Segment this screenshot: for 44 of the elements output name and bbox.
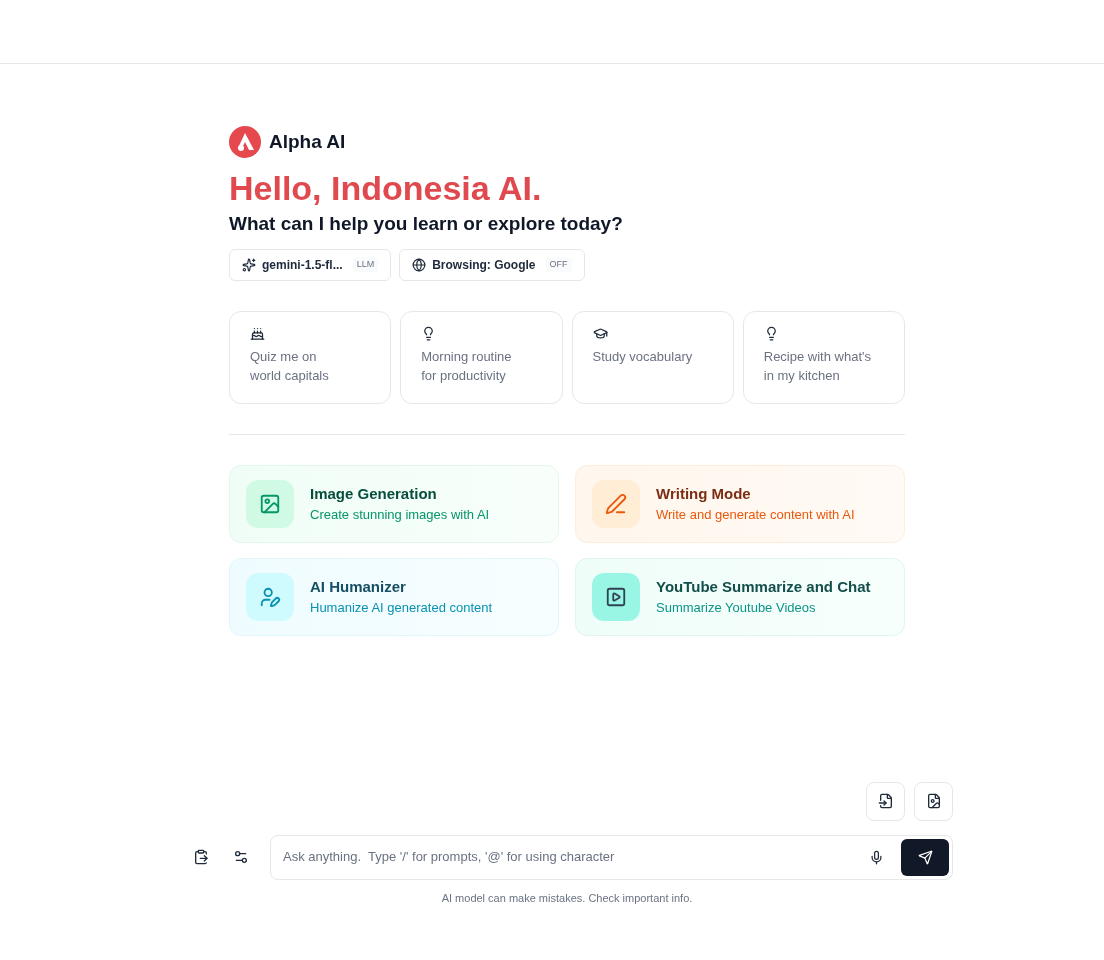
feature-card[interactable]: Writing Mode Write and generate content with AI [575, 464, 905, 543]
feature-subtitle: Humanize AI generated content [310, 599, 493, 617]
feature-card[interactable]: AI Humanizer Humanize AI generated content [229, 557, 559, 636]
pencil-icon [605, 492, 627, 515]
microphone-icon [868, 849, 884, 865]
chip-tag: LLM [352, 256, 379, 273]
send-button[interactable] [901, 838, 949, 876]
chat-input[interactable]: Ask anything. Type '/' for prompts, '@' for using character [283, 847, 865, 867]
file-image-icon [925, 793, 942, 809]
feature-subtitle: Create stunning images with AI [310, 506, 490, 524]
user-pen-icon [259, 585, 281, 608]
feature-card[interactable]: YouTube Summarize and Chat Summarize Youtube Videos [575, 557, 905, 636]
file-import-icon [877, 793, 894, 809]
brand-name: Alpha AI [269, 129, 346, 154]
sparkle-icon [242, 257, 256, 272]
send-icon [917, 849, 933, 865]
feature-title: Image Generation [310, 483, 438, 504]
feature-subtitle: Write and generate content with AI [656, 506, 855, 524]
model-chip[interactable]: gemini-1.5-fl... LLM [229, 248, 392, 281]
image-icon [259, 492, 281, 515]
feature-title: Writing Mode [656, 483, 752, 504]
file-import-button[interactable] [866, 781, 905, 821]
chat-input-field[interactable]: Ask anything. Type '/' for prompts, '@' for using character [270, 834, 953, 880]
settings-icon [233, 849, 249, 865]
disclaimer: AI model can make mistakes. Check important info. [440, 890, 694, 906]
graduation-cap-icon [592, 325, 608, 341]
clipboard-icon [193, 849, 209, 865]
suggestion-card[interactable]: Recipe with what's in my kitchen [742, 310, 905, 404]
feature-subtitle: Summarize Youtube Videos [656, 599, 817, 617]
greeting: Hello, Indonesia AI. [229, 168, 543, 208]
feature-title: YouTube Summarize and Chat [656, 576, 871, 597]
cake-icon [250, 325, 265, 341]
suggestion-card[interactable]: Study vocabulary [571, 310, 734, 404]
feature-title: AI Humanizer [310, 576, 407, 597]
suggestion-card[interactable]: Quiz me on world capitals [229, 310, 392, 404]
file-image-button[interactable] [914, 781, 953, 821]
play-icon [605, 585, 627, 608]
logo-icon [229, 126, 261, 158]
model-chip[interactable]: Browsing: Google OFF [399, 248, 585, 281]
subtitle: What can I help you learn or explore today? [229, 212, 624, 236]
feature-card[interactable]: Image Generation Create stunning images with AI [229, 464, 559, 543]
suggestion-card[interactable]: Morning routine for productivity [400, 310, 563, 404]
globe-icon [412, 257, 427, 272]
chip-tag: OFF [545, 256, 572, 273]
